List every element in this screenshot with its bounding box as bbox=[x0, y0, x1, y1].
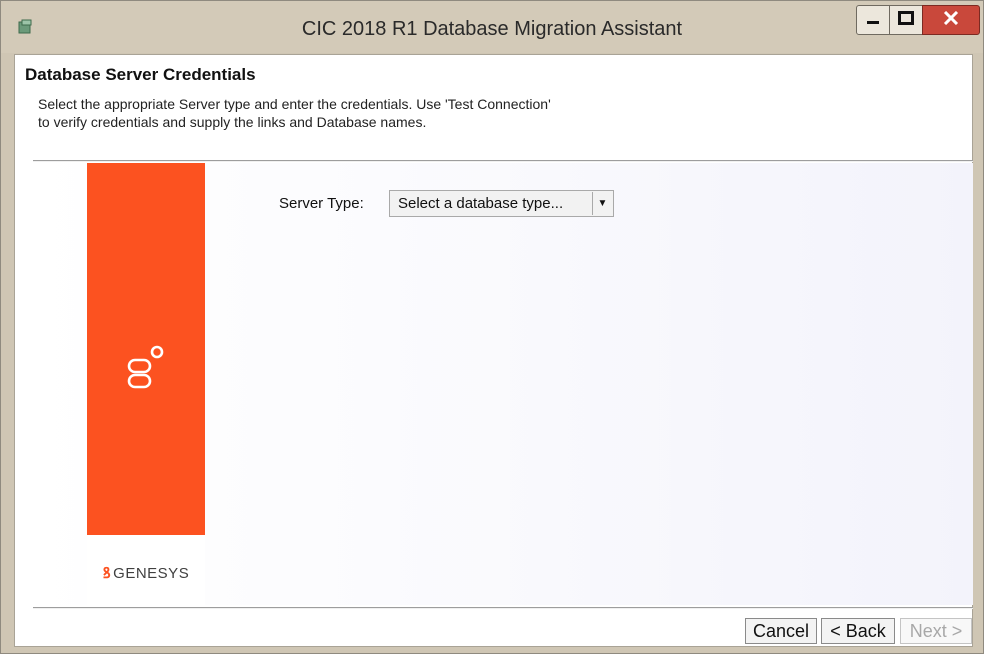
window-title: CIC 2018 R1 Database Migration Assistant bbox=[301, 18, 683, 40]
maximize-button[interactable] bbox=[889, 5, 923, 35]
page-description: Select the appropriate Server type and e… bbox=[38, 96, 551, 130]
cancel-button[interactable]: Cancel bbox=[745, 618, 817, 644]
server-type-label: Server Type: bbox=[279, 195, 364, 212]
next-button[interactable]: Next > bbox=[900, 618, 972, 644]
genesys-brand-name: GENESYS bbox=[113, 565, 190, 582]
footer-divider bbox=[33, 607, 973, 609]
server-type-dropdown[interactable]: Select a database type... ▼ bbox=[389, 190, 614, 217]
server-type-value: Select a database type... bbox=[398, 195, 564, 212]
genesys-small-mark-icon: ꝸ bbox=[102, 565, 112, 582]
back-button[interactable]: < Back bbox=[821, 618, 895, 644]
wizard-body: ꝸ GENESYS Server Type: Select a database … bbox=[33, 163, 973, 605]
main-window: CIC 2018 R1 Database Migration Assistant… bbox=[0, 0, 984, 654]
brand-banner bbox=[87, 163, 205, 535]
minimize-button[interactable] bbox=[856, 5, 890, 35]
close-icon bbox=[943, 10, 959, 30]
maximize-icon bbox=[898, 10, 914, 30]
header-divider bbox=[33, 160, 973, 162]
minimize-icon bbox=[866, 11, 880, 30]
genesys-wordmark: ꝸ GENESYS bbox=[87, 563, 205, 583]
page-title: Database Server Credentials bbox=[25, 65, 256, 84]
wizard-client-area: Database Server Credentials Select the a… bbox=[14, 54, 973, 647]
title-bar[interactable]: CIC 2018 R1 Database Migration Assistant bbox=[1, 1, 983, 53]
genesys-logo-icon bbox=[122, 343, 172, 393]
brand-panel: ꝸ GENESYS bbox=[87, 163, 205, 605]
dropdown-arrow-icon[interactable]: ▼ bbox=[592, 192, 612, 215]
close-button[interactable] bbox=[922, 5, 980, 35]
